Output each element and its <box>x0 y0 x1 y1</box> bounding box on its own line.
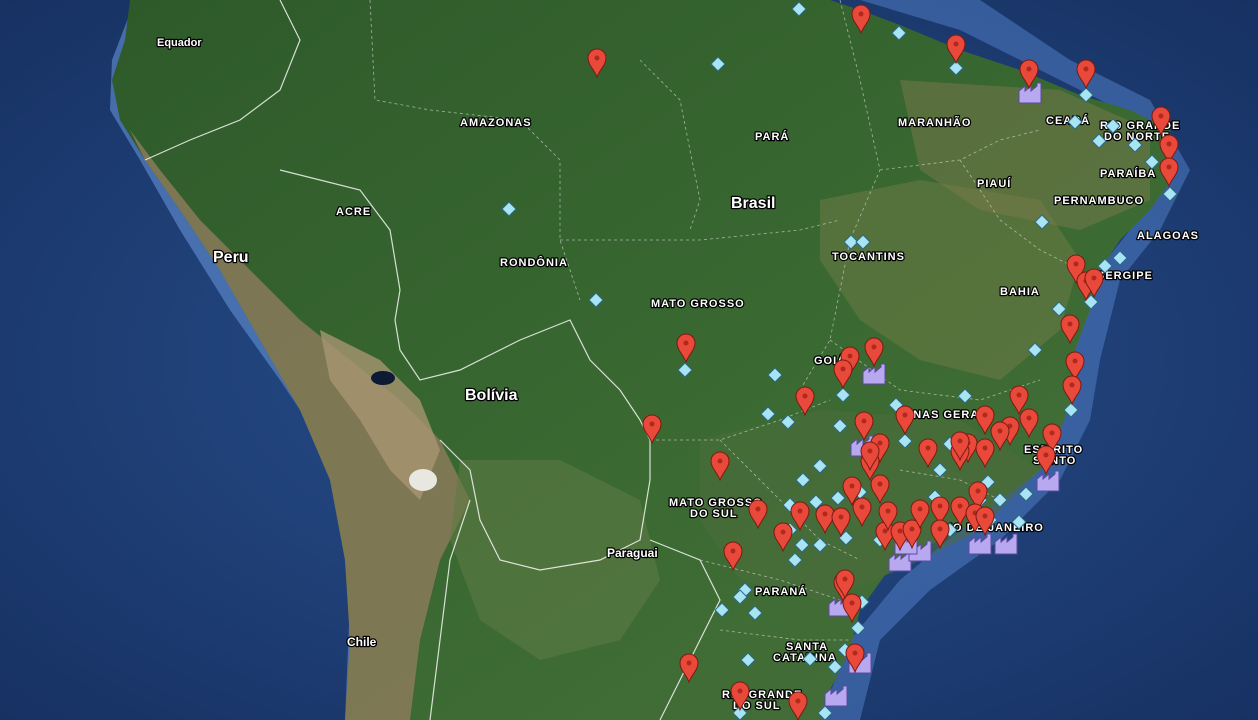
salt-flat <box>409 469 437 491</box>
label-piaui: PIAUÍ <box>977 177 1011 190</box>
label-tocantins: TOCANTINS <box>832 251 905 263</box>
label-ceara: CEARÁ <box>1046 114 1090 127</box>
label-amazonas: AMAZONAS <box>460 117 532 129</box>
label-paraiba: PARAÍBA <box>1100 167 1156 180</box>
label-bolivia: Bolívia <box>465 387 518 404</box>
label-chile: Chile <box>347 635 377 649</box>
label-parana: PARANÁ <box>755 585 807 598</box>
label-bahia: BAHIA <box>1000 286 1040 298</box>
label-pernambuco: PERNAMBUCO <box>1054 195 1144 207</box>
satellite-map[interactable]: Equador Peru Brasil Bolívia Paraguai Chi… <box>0 0 1258 720</box>
label-paraguai: Paraguai <box>607 546 658 560</box>
label-ms-2: DO SUL <box>690 508 738 520</box>
label-mato-grosso: MATO GROSSO <box>651 298 745 310</box>
lake-titicaca <box>371 371 395 385</box>
label-equador: Equador <box>157 37 202 49</box>
label-acre: ACRE <box>336 206 371 218</box>
label-peru: Peru <box>213 249 249 266</box>
label-rondonia: RONDÔNIA <box>500 256 568 269</box>
label-alagoas: ALAGOAS <box>1137 230 1199 242</box>
label-para: PARÁ <box>755 130 789 143</box>
label-brasil: Brasil <box>731 195 775 212</box>
label-maranhao: MARANHÃO <box>898 116 971 129</box>
